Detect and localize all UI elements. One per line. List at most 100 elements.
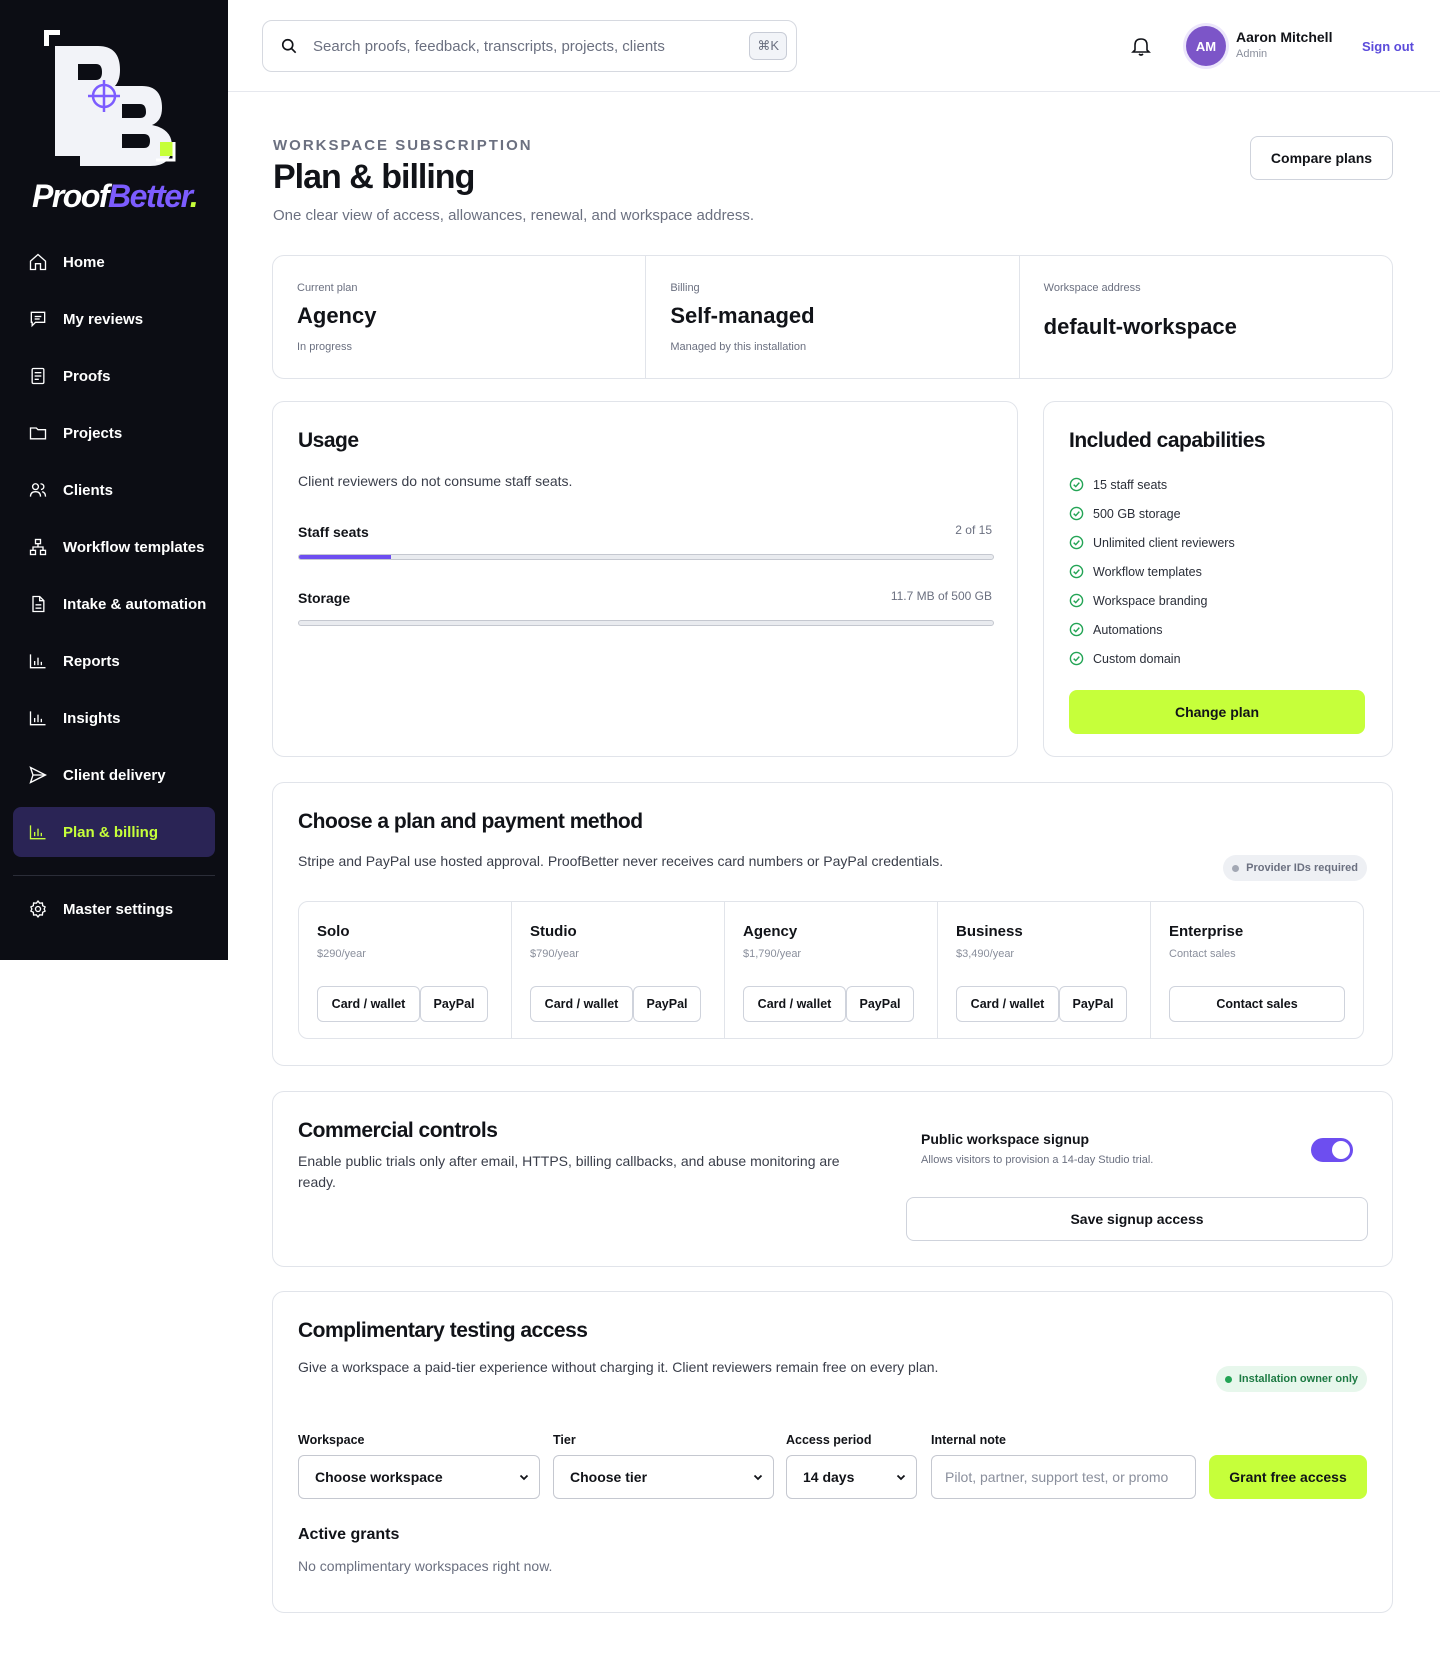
search-input[interactable] <box>313 37 733 55</box>
users-icon <box>29 483 47 497</box>
workflow-icon <box>29 538 47 556</box>
sidebar-item-proofs[interactable]: Proofs <box>13 351 215 401</box>
public-signup-toggle[interactable] <box>1311 1138 1353 1162</box>
billing-note: Managed by this installation <box>670 341 807 353</box>
access-period-select[interactable]: 14 days <box>786 1455 917 1499</box>
business-paypal-button[interactable]: PayPal <box>1059 986 1127 1022</box>
sidebar-item-label: Clients <box>63 481 114 499</box>
choose-plan-card: Choose a plan and payment method Stripe … <box>272 782 1393 1066</box>
current-plan-label: Current plan <box>297 282 358 294</box>
workspace-address-value: default-workspace <box>1043 314 1237 339</box>
complimentary-description: Give a workspace a paid-tier experience … <box>298 1359 939 1375</box>
staff-seats-meter-fill <box>299 555 392 559</box>
capability-item: Workspace branding <box>1069 586 1235 615</box>
workspace-address-cell: Workspace address default-workspace <box>1020 256 1392 378</box>
capability-item: 15 staff seats <box>1069 470 1235 499</box>
usage-title: Usage <box>298 429 359 452</box>
sidebar-item-my-reviews[interactable]: My reviews <box>13 294 215 344</box>
sidebar-item-label: Master settings <box>63 900 174 918</box>
studio-card-wallet-button[interactable]: Card / wallet <box>530 986 633 1022</box>
business-card-wallet-button[interactable]: Card / wallet <box>956 986 1059 1022</box>
storage-value: 11.7 MB of 500 GB <box>890 589 992 603</box>
sidebar-item-reports[interactable]: Reports <box>13 636 215 686</box>
file-icon <box>32 595 45 613</box>
sidebar-item-label: Client delivery <box>63 766 166 784</box>
plan-business: Business $3,490/year Card / wallet PayPa… <box>938 902 1151 1038</box>
access-period-field-label: Access period <box>786 1433 872 1447</box>
workspace-address-label: Workspace address <box>1043 282 1141 294</box>
sidebar-item-label: Insights <box>63 709 121 727</box>
enterprise-contact-sales-button[interactable]: Contact sales <box>1169 986 1345 1022</box>
sidebar-item-label: Proofs <box>63 367 111 385</box>
staff-seats-label: Staff seats <box>298 524 369 540</box>
page-subtitle: One clear view of access, allowances, re… <box>273 207 755 224</box>
sidebar-nav: Home My reviews Proofs Projects Clients … <box>13 237 215 941</box>
send-icon <box>29 766 47 784</box>
choose-plan-title: Choose a plan and payment method <box>298 810 643 833</box>
sidebar-item-label: Plan & billing <box>63 823 159 841</box>
solo-card-wallet-button[interactable]: Card / wallet <box>317 986 420 1022</box>
agency-paypal-button[interactable]: PayPal <box>846 986 914 1022</box>
workspace-select[interactable]: Choose workspace <box>298 1455 540 1499</box>
sidebar-item-client-delivery[interactable]: Client delivery <box>13 750 215 800</box>
current-plan-value: Agency <box>297 303 377 328</box>
check-circle-icon <box>1069 535 1084 550</box>
access-period-select-value: 14 days <box>803 1469 855 1485</box>
sidebar-divider <box>13 875 215 876</box>
bar-chart-icon <box>29 711 46 726</box>
solo-paypal-button[interactable]: PayPal <box>420 986 488 1022</box>
sidebar-item-projects[interactable]: Projects <box>13 408 215 458</box>
plan-price: $790/year <box>530 948 579 960</box>
billing-label: Billing <box>670 282 700 294</box>
sign-out-link[interactable]: Sign out <box>1362 39 1414 54</box>
sidebar-item-intake-automation[interactable]: Intake & automation <box>13 579 215 629</box>
check-circle-icon <box>1069 622 1084 637</box>
avatar[interactable]: AM <box>1186 26 1226 66</box>
sidebar-item-clients[interactable]: Clients <box>13 465 215 515</box>
bell-icon[interactable] <box>1129 34 1153 58</box>
check-circle-icon <box>1069 593 1084 608</box>
tier-select[interactable]: Choose tier <box>553 1455 774 1499</box>
search-box[interactable]: ⌘K <box>262 20 797 72</box>
sidebar-item-label: Projects <box>63 424 123 442</box>
bar-chart-icon <box>29 825 46 840</box>
grant-free-access-button[interactable]: Grant free access <box>1209 1455 1367 1499</box>
storage-label: Storage <box>298 590 351 606</box>
chat-icon <box>30 311 46 328</box>
sidebar-item-label: Reports <box>63 652 120 670</box>
plan-name: Solo <box>317 923 350 940</box>
user-role: Admin <box>1236 48 1268 60</box>
save-signup-access-button[interactable]: Save signup access <box>906 1197 1368 1241</box>
internal-note-field-label: Internal note <box>931 1433 1007 1447</box>
plan-price: $3,490/year <box>956 948 1015 960</box>
studio-paypal-button[interactable]: PayPal <box>633 986 701 1022</box>
sidebar-item-insights[interactable]: Insights <box>13 693 215 743</box>
check-circle-icon <box>1069 477 1084 492</box>
sidebar-item-master-settings[interactable]: Master settings <box>13 884 215 934</box>
sidebar-item-label: My reviews <box>63 310 144 328</box>
sidebar-item-plan-billing[interactable]: Plan & billing <box>13 807 215 857</box>
commercial-title: Commercial controls <box>298 1119 498 1142</box>
chevron-down-icon <box>753 1474 763 1481</box>
bar-chart-icon <box>29 654 46 669</box>
page-title: Plan & billing <box>273 158 475 196</box>
change-plan-button[interactable]: Change plan <box>1069 690 1365 734</box>
plan-enterprise: Enterprise Contact sales Contact sales <box>1151 902 1363 1038</box>
plan-name: Enterprise <box>1169 923 1244 940</box>
workspace-field-label: Workspace <box>298 1433 365 1447</box>
toggle-knob <box>1332 1141 1350 1159</box>
public-signup-label: Public workspace signup <box>921 1131 1090 1147</box>
plan-agency: Agency $1,790/year Card / wallet PayPal <box>725 902 938 1038</box>
sidebar-item-workflow-templates[interactable]: Workflow templates <box>13 522 215 572</box>
agency-card-wallet-button[interactable]: Card / wallet <box>743 986 846 1022</box>
billing-value: Self-managed <box>670 303 815 328</box>
sidebar-item-label: Workflow templates <box>63 538 205 556</box>
choose-plan-description: Stripe and PayPal use hosted approval. P… <box>298 853 944 869</box>
topbar: ⌘K AM Aaron Mitchell Admin Sign out <box>228 0 1440 92</box>
workspace-select-value: Choose workspace <box>315 1469 443 1485</box>
sidebar-item-home[interactable]: Home <box>13 237 215 287</box>
current-plan-cell: Current plan Agency In progress <box>273 256 647 378</box>
plan-name: Business <box>956 923 1023 940</box>
internal-note-input[interactable] <box>931 1455 1196 1499</box>
compare-plans-button[interactable]: Compare plans <box>1250 136 1393 180</box>
